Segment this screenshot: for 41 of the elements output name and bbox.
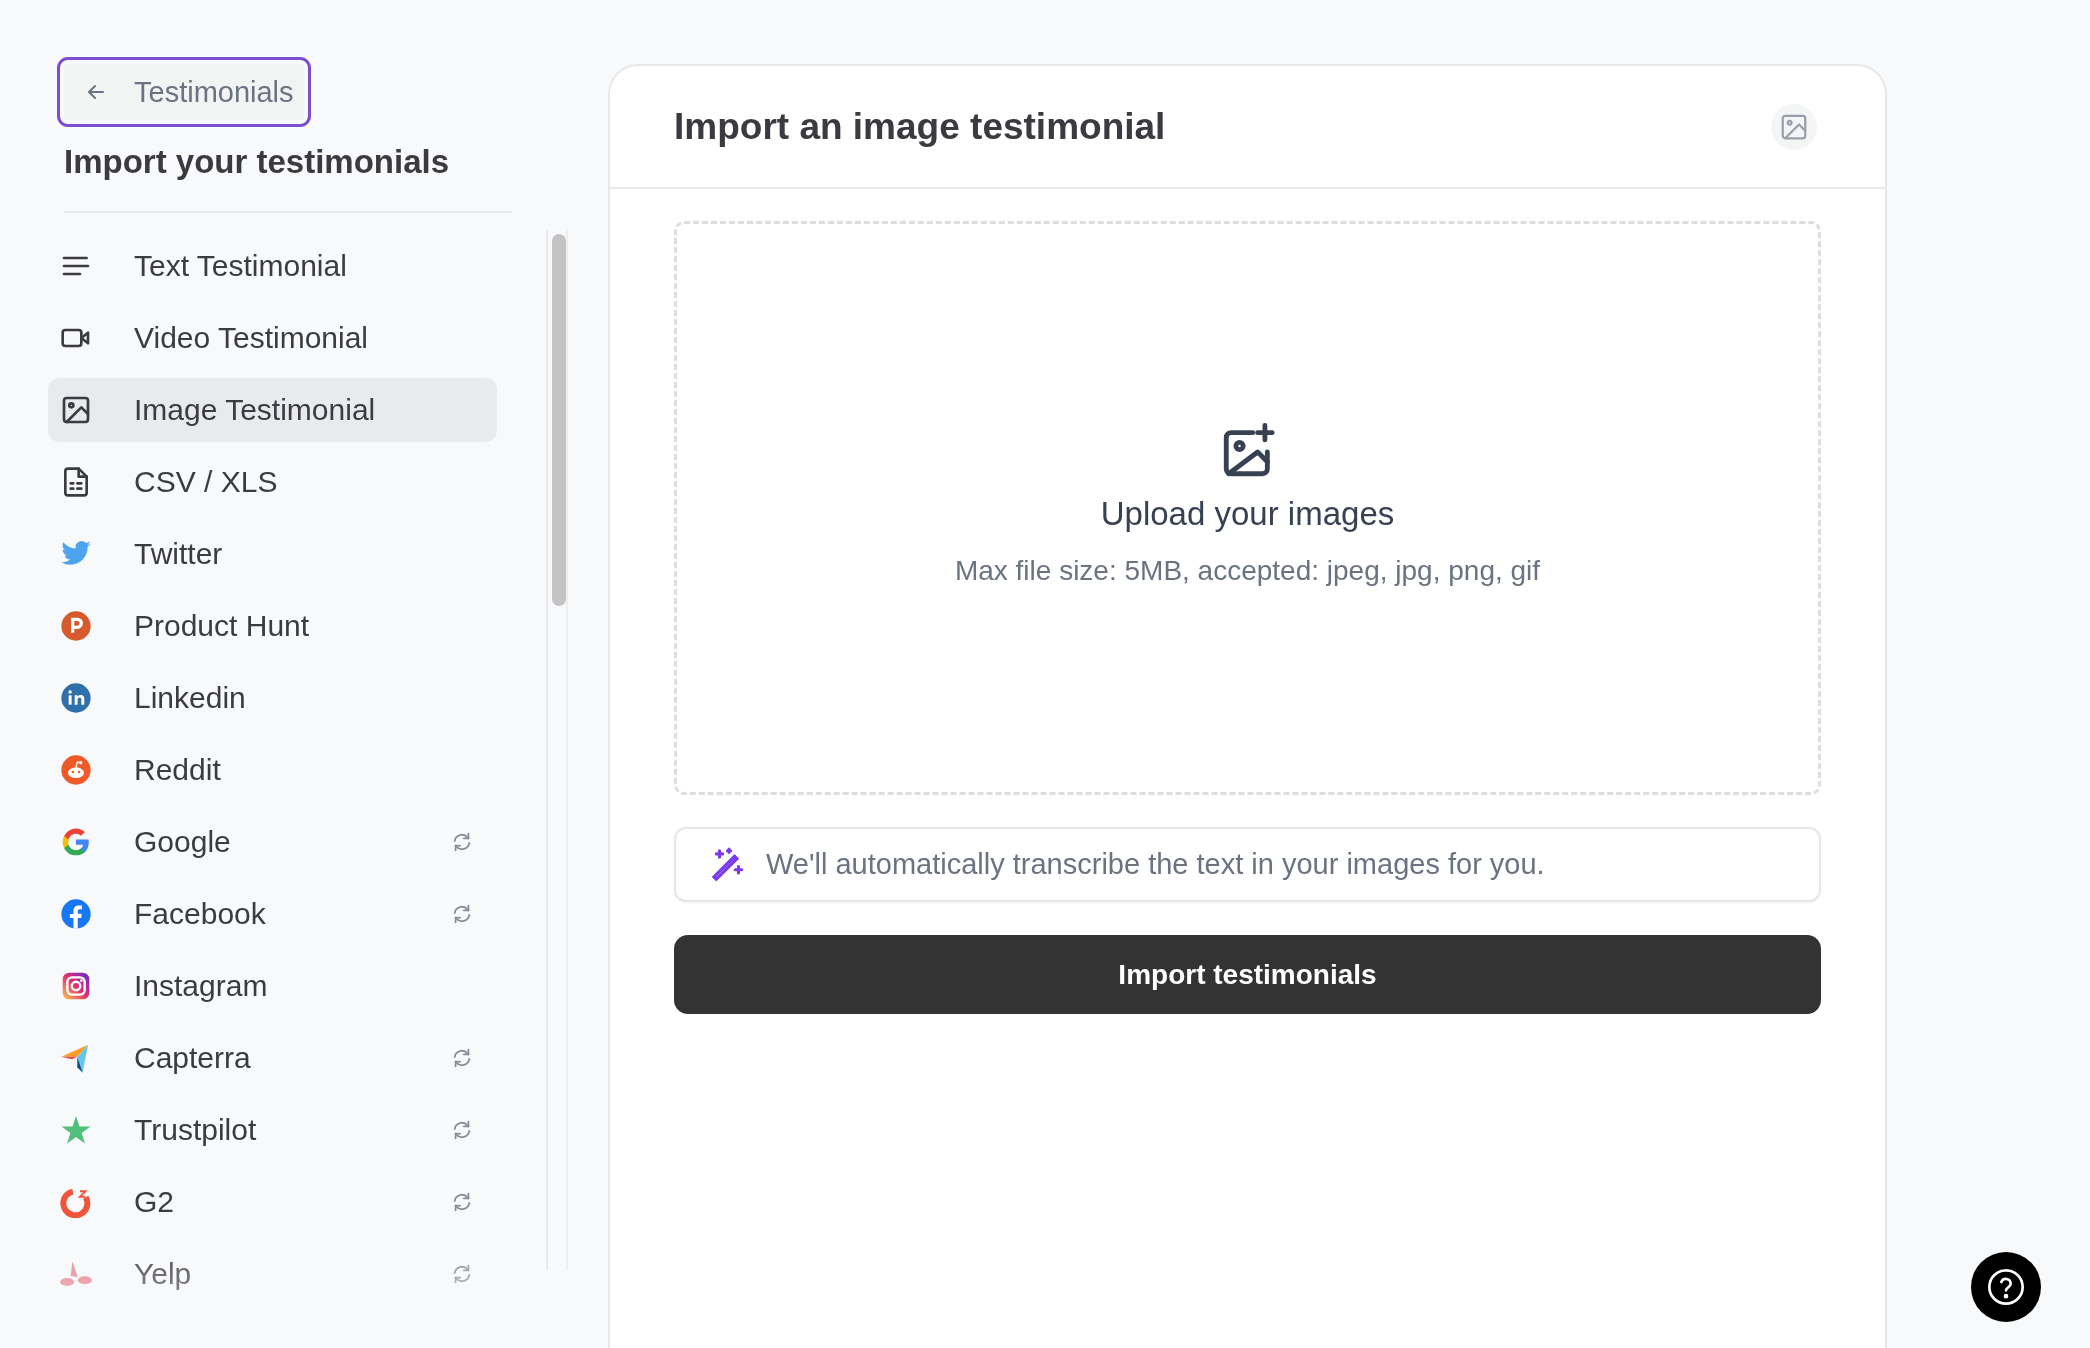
question-mark-icon [1986,1267,2026,1307]
refresh-icon[interactable] [451,1119,473,1141]
refresh-icon[interactable] [451,1191,473,1213]
robot-head-icon [60,754,92,786]
sidebar-item[interactable]: Linkedin [48,666,497,730]
scrollbar-thumb[interactable] [552,234,566,606]
upload-title: Upload your images [1100,495,1395,533]
sidebar-item[interactable]: Google [48,810,497,874]
panel-title: Import an image testimonial [674,105,1166,148]
refresh-icon[interactable] [451,831,473,853]
g-letter-icon [60,826,92,858]
upload-dropzone[interactable]: Upload your images Max file size: 5MB, accepted: jpeg, jpg, png, gif [674,221,1821,795]
refresh-icon[interactable] [451,903,473,925]
sidebar-item[interactable]: Reddit [48,738,497,802]
refresh-icon[interactable] [451,1263,473,1285]
sidebar-item[interactable]: Trustpilot [48,1098,497,1162]
sidebar-item[interactable]: G2 [48,1170,497,1234]
image-icon [60,394,92,426]
sidebar-item[interactable]: Yelp [48,1242,497,1306]
import-button[interactable]: Import testimonials [674,935,1821,1014]
refresh-icon[interactable] [451,1047,473,1069]
p-circle-icon [60,610,92,642]
star-icon [60,1114,92,1146]
sidebar-title: Import your testimonials [63,142,451,182]
sidebar-item[interactable]: Capterra [48,1026,497,1090]
upload-hint: Max file size: 5MB, accepted: jpeg, jpg, png, gif [954,555,1541,587]
sidebar-item[interactable]: Product Hunt [48,594,497,658]
f-circle-icon [60,898,92,930]
image-icon [1771,103,1817,150]
scrollbar[interactable] [546,230,568,1270]
sidebar-item[interactable]: Image Testimonial [48,378,497,442]
note-text: We'll automatically transcribe the text in your images for you. [766,848,1545,881]
sidebar-item[interactable]: Instagram [48,954,497,1018]
back-button[interactable]: Testimonials [57,57,311,127]
sidebar-item[interactable]: Facebook [48,882,497,946]
camera-square-icon [60,970,92,1002]
sidebar-item[interactable]: CSV / XLS [48,450,497,514]
sidebar-item[interactable]: Twitter [48,522,497,586]
in-circle-icon [60,682,92,714]
sidebar-item[interactable]: Text Testimonial [48,234,497,298]
sidebar-item[interactable]: Video Testimonial [48,306,497,370]
